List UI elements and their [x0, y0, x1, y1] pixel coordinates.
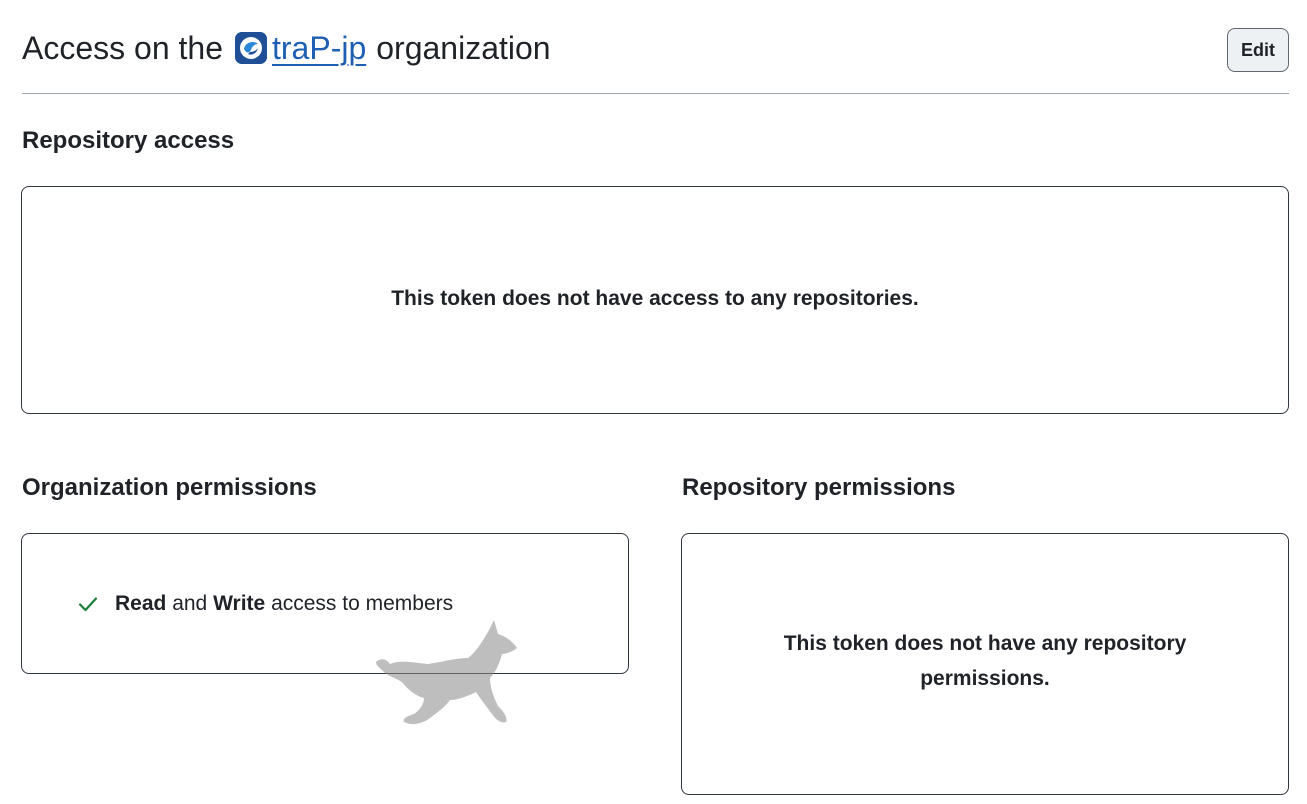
repository-access-box: This token does not have access to any r… [21, 186, 1289, 414]
permission-target: access to members [271, 592, 454, 615]
repository-access-empty-message: This token does not have access to any r… [391, 287, 919, 310]
check-icon [77, 593, 99, 615]
permission-conj: and [172, 592, 208, 615]
repository-permissions-empty-message-line2: permissions. [920, 667, 1050, 690]
header-divider [22, 93, 1289, 94]
organization-permissions-box: Read and Write access to members [21, 533, 629, 674]
organization-permissions-title: Organization permissions [22, 474, 317, 501]
permission-write-label: Write [213, 592, 266, 615]
org-link[interactable]: traP-jp [272, 28, 366, 68]
permission-read-label: Read [115, 592, 167, 615]
org-avatar-icon [235, 32, 267, 64]
repository-permissions-empty-message-line1: This token does not have any repository [783, 632, 1187, 655]
permission-item-members: Read and Write access to members [77, 589, 453, 619]
edit-button[interactable]: Edit [1227, 28, 1289, 72]
repository-permissions-title: Repository permissions [682, 474, 956, 501]
page-header: Access on the traP-jp organization Edit [22, 24, 1289, 72]
page-title: Access on the traP-jp organization [22, 28, 551, 68]
cat-silhouette-icon [376, 620, 517, 725]
repository-access-title: Repository access [22, 127, 235, 154]
title-suffix: organization [376, 30, 551, 66]
repository-permissions-box: This token does not have any repository … [681, 533, 1289, 795]
token-access-page: Access on the traP-jp organization Edit … [0, 0, 1307, 804]
title-prefix: Access on the [22, 30, 223, 66]
